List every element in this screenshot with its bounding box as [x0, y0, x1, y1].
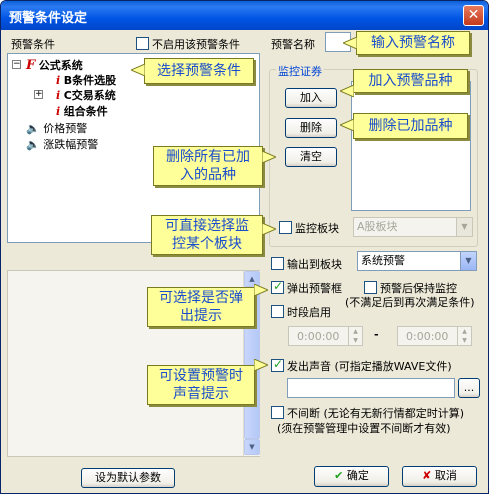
stock-list[interactable]: [351, 81, 471, 211]
tree-item-c[interactable]: i C交易系统: [56, 87, 116, 103]
time-end-input[interactable]: 0:00:00 ▲ ▼: [397, 326, 472, 346]
callout-pointer: [131, 64, 145, 76]
time-dash: -: [374, 328, 379, 341]
indicator-icon: i: [56, 89, 61, 102]
browse-button[interactable]: ...: [458, 378, 480, 398]
collapse-icon[interactable]: −: [12, 60, 21, 69]
delete-button[interactable]: 删除: [285, 118, 337, 138]
callout-pointer: [262, 223, 276, 235]
sound-label: 发出声音 (可指定播放WAVE文件): [287, 360, 452, 373]
keep-checkbox[interactable]: [364, 281, 377, 294]
callout-select-condition: 选择预警条件: [144, 58, 254, 84]
chevron-down-icon[interactable]: ▼: [456, 218, 472, 236]
cancel-button[interactable]: ✘ 取消: [402, 466, 477, 487]
tree-item-combo[interactable]: i 组合条件: [56, 103, 108, 119]
ok-button[interactable]: ✔ 确定: [314, 466, 389, 487]
keep-note: (不满足后到再次满足条件): [345, 296, 475, 309]
tree-item-change[interactable]: 🔈 涨跌幅预警: [26, 136, 98, 152]
wave-file-input[interactable]: [287, 378, 455, 398]
tree-root[interactable]: F 公式系统: [26, 57, 83, 73]
speaker-icon: 🔈: [26, 122, 40, 135]
continuous-label: 不间断 (无论有无新行情都定时计算): [287, 407, 465, 420]
conditions-label: 预警条件: [11, 38, 55, 51]
speaker-icon: 🔈: [26, 138, 40, 151]
callout-popup: 可选择是否弹 出提示: [147, 287, 255, 327]
indicator-icon: i: [56, 74, 61, 87]
callout-name: 输入预警名称: [356, 31, 470, 55]
disable-checkbox[interactable]: [136, 37, 149, 50]
callout-add-stock: 加入预警品种: [353, 69, 468, 93]
clear-button[interactable]: 清空: [285, 147, 337, 167]
callout-pointer: [254, 359, 268, 371]
name-label: 预警名称: [271, 38, 315, 51]
callout-pointer: [262, 151, 276, 163]
spinner-icon[interactable]: ▲ ▼: [348, 327, 362, 345]
set-default-button[interactable]: 设为默认参数: [81, 468, 175, 488]
sound-checkbox[interactable]: [271, 357, 284, 372]
popup-label: 弹出预警框: [287, 282, 342, 295]
output-select[interactable]: 系统预警 ▼: [357, 251, 477, 271]
callout-pointer: [343, 37, 357, 49]
continuous-checkbox[interactable]: [271, 406, 284, 419]
tree-item-price[interactable]: 🔈 价格预警: [26, 120, 87, 136]
block-label: 监控板块: [295, 222, 339, 235]
monitor-group-label: 监控证券: [276, 63, 324, 79]
callout-sound: 可设置预警时 声音提示: [147, 365, 255, 405]
callout-pointer: [340, 119, 354, 131]
scroll-down-icon[interactable]: ▼: [244, 439, 260, 455]
period-checkbox[interactable]: [271, 305, 284, 318]
dialog-window: 预警条件设定 ✕ 预警条件 不启用该预警条件 − F 公式系统 i B条件选股 …: [0, 0, 489, 494]
expand-icon[interactable]: +: [34, 90, 43, 99]
callout-delete-stock: 删除已加品种: [353, 113, 468, 139]
close-icon[interactable]: ✕: [463, 5, 484, 26]
check-icon: ✔: [334, 469, 344, 482]
period-label: 时段启用: [287, 306, 331, 319]
formula-icon: F: [26, 58, 36, 73]
block-select[interactable]: A股板块 ▼: [353, 217, 473, 237]
window-title: 预警条件设定: [9, 11, 88, 26]
disable-label: 不启用该预警条件: [152, 38, 240, 51]
popup-checkbox[interactable]: [271, 279, 284, 294]
title-bar[interactable]: 预警条件设定 ✕: [1, 1, 488, 30]
callout-delete-all: 删除所有已加 入的品种: [153, 146, 263, 186]
output-checkbox[interactable]: [271, 257, 284, 270]
spinner-icon[interactable]: ▲ ▼: [457, 327, 471, 345]
chevron-down-icon[interactable]: ▼: [460, 252, 476, 270]
indicator-icon: i: [56, 105, 61, 118]
output-label: 输出到板块: [287, 258, 342, 271]
continuous-note: (须在预警管理中设置不间断才有效): [277, 422, 451, 435]
callout-select-block: 可直接选择监 控某个板块: [151, 215, 263, 255]
time-start-input[interactable]: 0:00:00 ▲ ▼: [288, 326, 363, 346]
cross-icon: ✘: [422, 469, 432, 482]
tree-item-b[interactable]: i B条件选股: [56, 72, 116, 88]
block-checkbox[interactable]: [279, 221, 292, 234]
callout-pointer: [340, 85, 354, 97]
callout-pointer: [254, 284, 268, 296]
add-button[interactable]: 加入: [285, 88, 337, 108]
